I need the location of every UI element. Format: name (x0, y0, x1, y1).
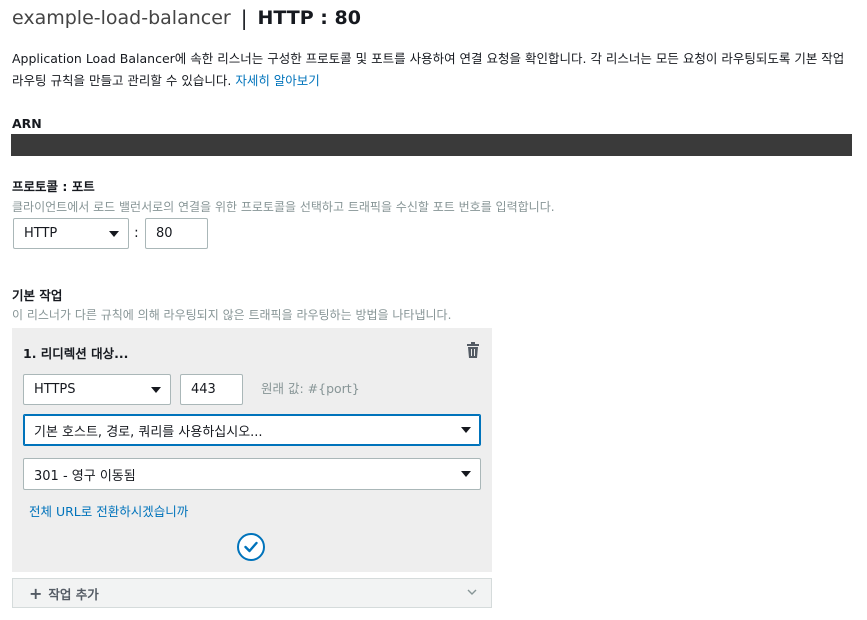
check-icon (244, 541, 258, 553)
original-value-hint: 원래 값: #{port} (261, 381, 360, 396)
switch-to-full-url-link[interactable]: 전체 URL로 전환하시겠습니까 (29, 501, 188, 520)
protocol-select[interactable]: HTTP (13, 218, 129, 249)
arn-value-redacted (11, 134, 852, 156)
caret-down-icon (109, 230, 119, 237)
chevron-down-icon (467, 589, 477, 595)
status-code-select[interactable]: 301 - 영구 이동됨 (23, 458, 481, 490)
caret-down-icon (461, 427, 471, 433)
page-header: example-load-balancer | HTTP : 80 (12, 6, 361, 30)
caret-down-icon (151, 386, 161, 393)
redirect-protocol-value: HTTPS (34, 382, 76, 397)
protocol-port-label: 프로토콜 : 포트 (12, 179, 95, 194)
add-action-button[interactable]: + 작업 추가 (12, 578, 492, 608)
description-line-2-text: 라우팅 규칙을 만들고 관리할 수 있습니다. (12, 73, 232, 88)
redirect-action-panel: 1. 리디렉션 대상... HTTPS 443 원래 값: #{port} 기본… (12, 328, 492, 572)
listener-protocol-port: HTTP : 80 (257, 7, 361, 29)
learn-more-link[interactable]: 자세히 알아보기 (235, 73, 319, 88)
host-path-query-value: 기본 호스트, 경로, 쿼리를 사용하십시오... (34, 424, 263, 440)
action-title: 1. 리디렉션 대상... (23, 346, 129, 361)
port-input-value: 80 (156, 226, 173, 241)
confirm-action-button[interactable] (237, 533, 265, 561)
listener-description: Application Load Balancer에 속한 리스너는 구성한 프… (12, 48, 867, 92)
trash-icon[interactable] (466, 342, 480, 358)
load-balancer-name: example-load-balancer (12, 7, 231, 29)
host-path-query-select[interactable]: 기본 호스트, 경로, 쿼리를 사용하십시오... (23, 414, 481, 446)
caret-down-icon (461, 471, 471, 477)
default-action-hint: 이 리스너가 다른 규칙에 의해 라우팅되지 않은 트래픽을 라우팅하는 방법을… (12, 308, 452, 322)
redirect-port-input[interactable]: 443 (180, 374, 243, 405)
description-line-1: Application Load Balancer에 속한 리스너는 구성한 프… (12, 51, 845, 66)
redirect-protocol-select[interactable]: HTTPS (23, 374, 171, 405)
title-separator: | (240, 6, 248, 30)
protocol-port-hint: 클라이언트에서 로드 밸런서로의 연결을 위한 프로토콜을 선택하고 트래픽을 … (12, 200, 555, 214)
arn-label: ARN (12, 116, 42, 131)
plus-icon: + (29, 583, 43, 603)
protocol-select-value: HTTP (24, 226, 58, 241)
port-input[interactable]: 80 (145, 218, 208, 249)
protocol-port-colon: : (134, 225, 139, 241)
default-action-label: 기본 작업 (12, 288, 63, 303)
description-line-2: 라우팅 규칙을 만들고 관리할 수 있습니다. 자세히 알아보기 (12, 70, 867, 92)
status-code-value: 301 - 영구 이동됨 (34, 468, 136, 484)
redirect-port-value: 443 (191, 382, 216, 397)
add-action-label: 작업 추가 (48, 586, 99, 602)
